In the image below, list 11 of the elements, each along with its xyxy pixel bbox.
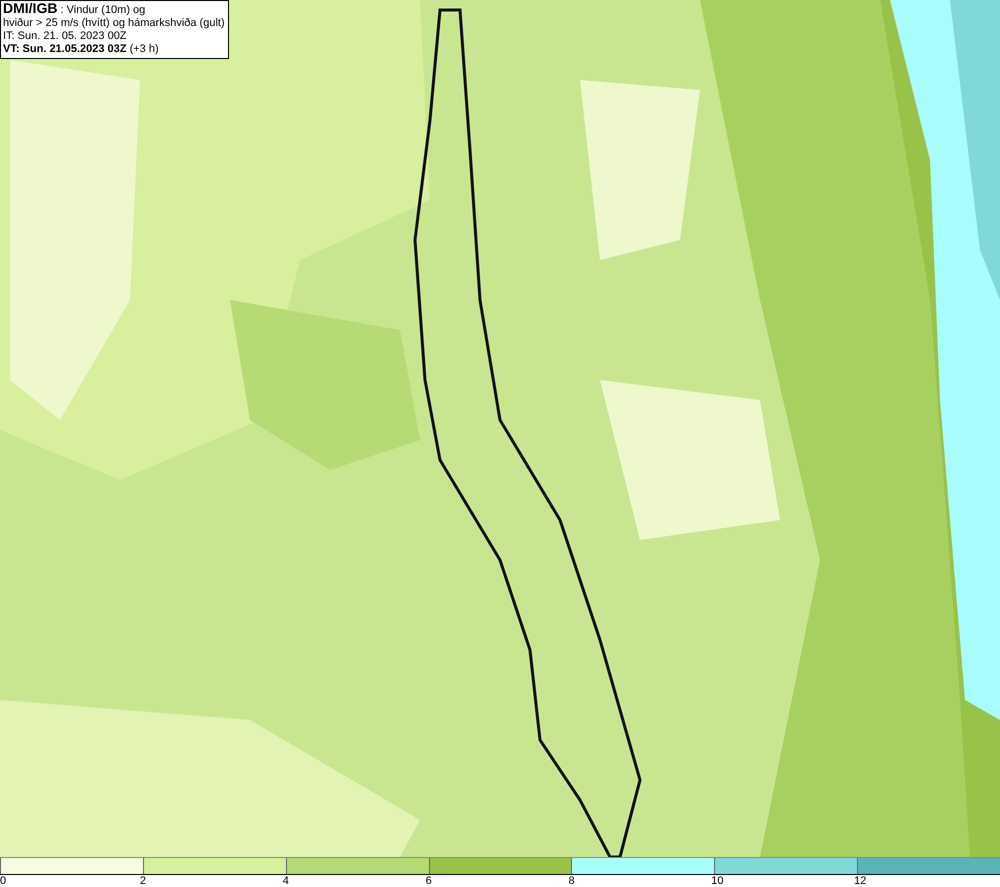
legend-text: DMI/IGB : Vindur (10m) og bbox=[3, 2, 146, 17]
legend-text: hviður > 25 m/s (hvítt) og hámarkshviða (gult) bbox=[3, 17, 225, 30]
scale-label: 2 bbox=[140, 875, 146, 887]
legend-text: IT: Sun. 21. 05. 2023 00Z bbox=[3, 30, 128, 43]
scale-label: 4 bbox=[282, 875, 289, 887]
scale-label: 6 bbox=[426, 875, 432, 887]
scale-label: 12 bbox=[854, 875, 866, 887]
legend-text: VT: Sun. 21.05.2023 03Z (+3 h) bbox=[3, 43, 160, 56]
scale-label: 8 bbox=[568, 875, 575, 887]
scale-label: 0 bbox=[0, 875, 6, 887]
scale-label: 10 bbox=[711, 875, 724, 887]
